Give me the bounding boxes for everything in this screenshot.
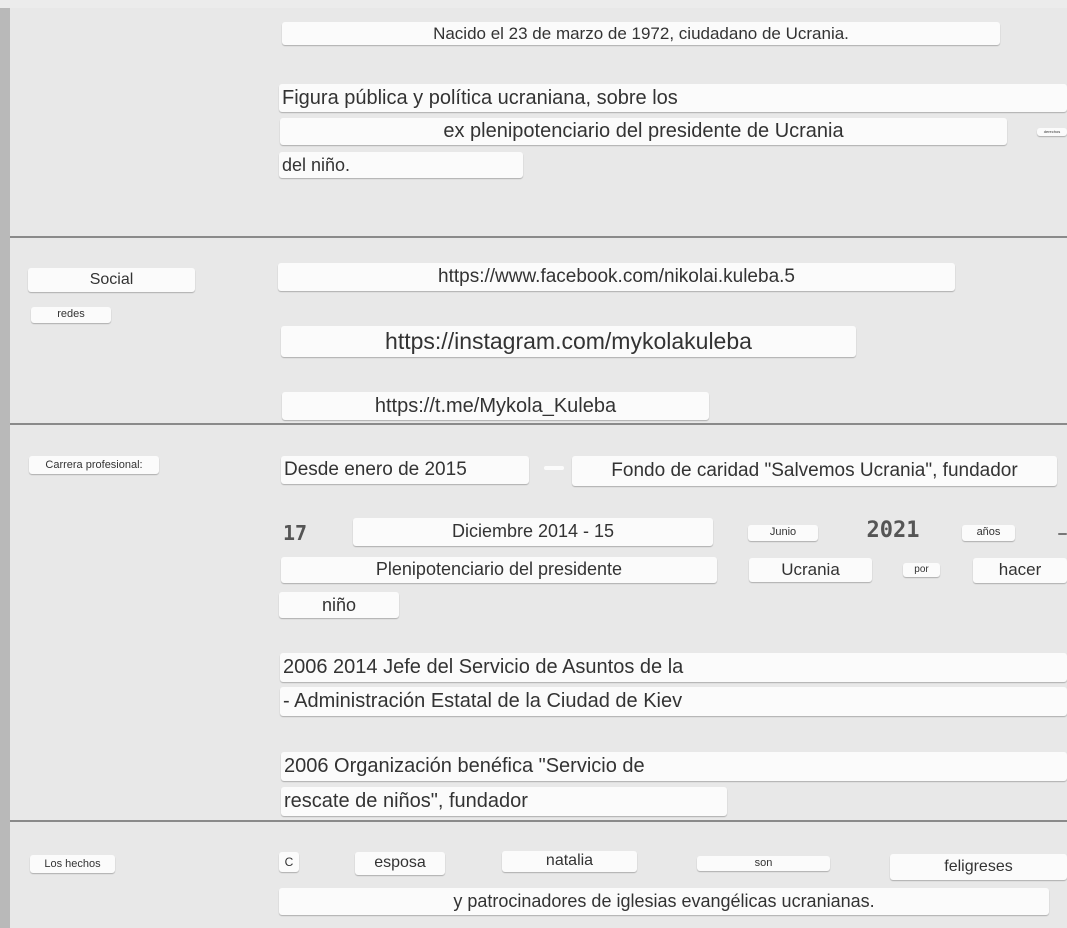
career-entry-4-line-1: 2006 Organización benéfica "Servicio de [281,752,1067,781]
facts-word-son: son [697,856,830,871]
career-entry-2-years-word: años [962,525,1015,541]
career-entry-1-text: Fondo de caridad "Salvemos Ucrania", fun… [572,456,1057,486]
instagram-link[interactable]: https://instagram.com/mykolakuleba [281,326,856,357]
career-entry-2-nino: niño [279,592,399,618]
facebook-link[interactable]: https://www.facebook.com/nikolai.kuleba.… [278,263,955,291]
career-entry-2-por: por [903,563,940,577]
section-divider-3 [10,820,1067,822]
career-entry-2-month: Junio [748,525,818,541]
facts-label: Los hechos [30,855,115,873]
career-dash-2 [1058,533,1067,535]
birth-text: Nacido el 23 de marzo de 1972, ciudadano… [282,22,1000,45]
career-entry-2-country: Ucrania [749,558,872,582]
career-entry-3-line-2: - Administración Estatal de la Ciudad de… [280,687,1067,716]
career-entry-2-role: Plenipotenciario del presidente [281,557,717,583]
career-entry-1-date: Desde enero de 2015 [281,456,529,484]
section-divider-1 [10,236,1067,238]
facts-word-natalia: natalia [502,851,637,872]
career-entry-2-hacer: hacer [973,558,1067,583]
bio-side-text: derechos [1037,128,1067,136]
social-label-line-2: redes [31,307,111,323]
bio-line-2: ex plenipotenciario del presidente de Uc… [280,118,1007,145]
career-entry-3-line-1: 2006 2014 Jefe del Servicio de Asuntos d… [280,653,1067,682]
career-entry-4-line-2: rescate de niños", fundador [281,787,727,816]
facts-line-2: y patrocinadores de iglesias evangélicas… [279,888,1049,915]
career-entry-2-year: 2021 [866,518,920,543]
career-label: Carrera profesional: [29,456,159,474]
facts-word-c: C [279,852,299,872]
social-label-line-1: Social [28,268,195,292]
bio-line-3: del niño. [279,152,523,178]
telegram-link[interactable]: https://t.me/Mykola_Kuleba [282,392,709,420]
career-dash [544,466,564,470]
section-divider-2 [10,423,1067,425]
facts-word-feligreses: feligreses [890,854,1067,880]
career-entry-2-day: 17 [283,521,308,545]
facts-word-esposa: esposa [355,852,445,875]
career-entry-2-range: Diciembre 2014 - 15 [353,518,713,546]
bio-line-1: Figura pública y política ucraniana, sob… [279,84,1067,112]
document-page: Nacido el 23 de marzo de 1972, ciudadano… [0,0,1067,928]
